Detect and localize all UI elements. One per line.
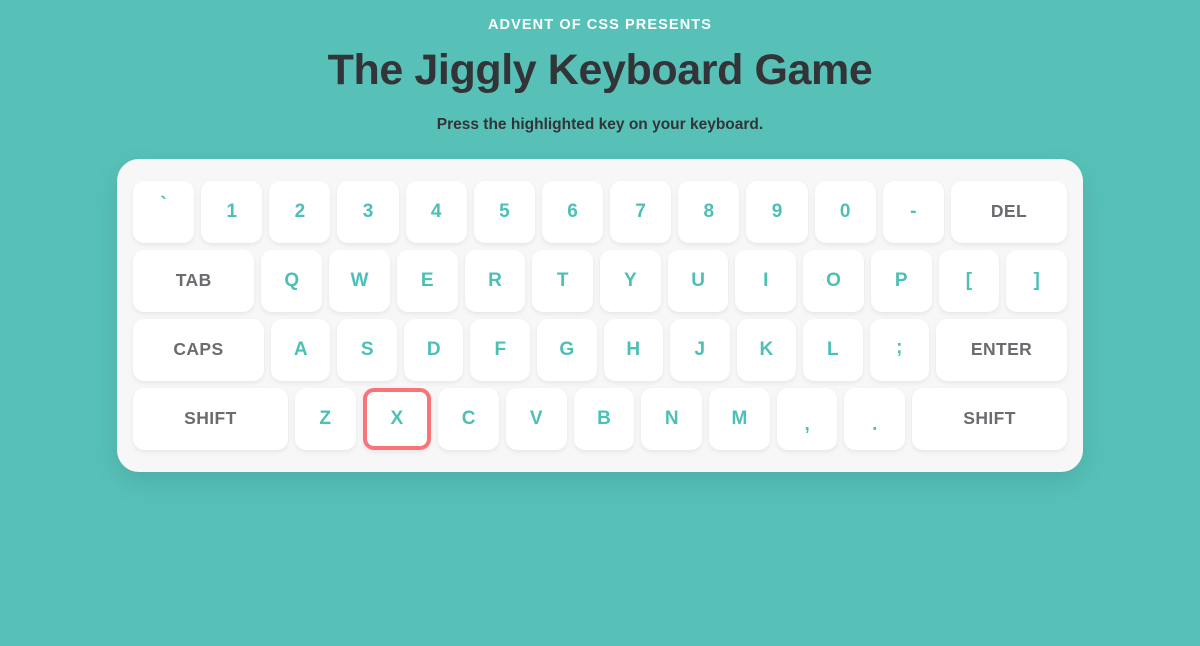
key-h[interactable]: H: [603, 318, 664, 381]
key-8[interactable]: 8: [678, 180, 740, 243]
key-i[interactable]: I: [735, 249, 797, 312]
key-p[interactable]: P: [870, 249, 932, 312]
key-semicolon[interactable]: ;: [869, 318, 930, 381]
key-2[interactable]: 2: [269, 180, 331, 243]
keyboard-row-number: ` 1 2 3 4 5 6 7 8 9 0- DEL: [133, 180, 1068, 243]
key-tab[interactable]: TAB: [133, 249, 255, 312]
key-period[interactable]: .: [844, 387, 906, 450]
key-5[interactable]: 5: [473, 180, 535, 243]
key-f[interactable]: F: [470, 318, 530, 381]
key-4[interactable]: 4: [405, 180, 467, 243]
key-w[interactable]: W: [329, 249, 390, 312]
key-c[interactable]: C: [438, 387, 499, 450]
keyboard-row-top: TAB Q W E R T Y U I O P[]: [133, 249, 1068, 312]
key-backtick[interactable]: `: [133, 180, 195, 243]
key-bracket-left[interactable]: [: [938, 249, 1000, 312]
key-minus[interactable]: -: [882, 180, 944, 243]
key-1[interactable]: 1: [201, 180, 263, 243]
key-o[interactable]: O: [803, 249, 864, 312]
key-r[interactable]: R: [464, 249, 526, 312]
key-b[interactable]: B: [573, 387, 635, 450]
keyboard-row-home: CAPS A S D F G H J K L; ENTER: [133, 318, 1068, 381]
instructions-text: Press the highlighted key on your keyboa…: [436, 115, 764, 133]
key-n[interactable]: N: [641, 387, 703, 450]
key-l[interactable]: L: [803, 318, 863, 381]
page-title: The Jiggly Keyboard Game: [327, 46, 873, 95]
key-caps[interactable]: CAPS: [133, 318, 264, 381]
key-z[interactable]: Z: [294, 387, 356, 450]
key-y[interactable]: Y: [600, 249, 661, 312]
key-shift-1[interactable]: SHIFT: [133, 387, 288, 450]
key-e[interactable]: E: [396, 249, 458, 312]
key-t[interactable]: T: [532, 249, 594, 312]
key-j[interactable]: J: [670, 318, 730, 381]
key-bracket-right[interactable]: ]: [1006, 249, 1068, 312]
key-3[interactable]: 3: [337, 180, 399, 243]
key-del[interactable]: DEL: [950, 180, 1068, 243]
key-shift-2[interactable]: SHIFT: [912, 387, 1067, 450]
key-v[interactable]: V: [505, 387, 567, 450]
key-u[interactable]: U: [667, 249, 729, 312]
virtual-keyboard: ` 1 2 3 4 5 6 7 8 9 0- DEL TAB Q W E R T Y U I O P[] CAPS A S D F G H…: [117, 158, 1083, 472]
key-comma[interactable]: ,: [776, 387, 838, 450]
key-s[interactable]: S: [337, 318, 397, 381]
key-enter[interactable]: ENTER: [936, 318, 1068, 381]
key-6[interactable]: 6: [541, 180, 604, 243]
key-g[interactable]: G: [537, 318, 597, 381]
key-k[interactable]: K: [736, 318, 797, 381]
eyebrow-text: ADVENT OF CSS PRESENTS: [487, 17, 712, 33]
key-q[interactable]: Q: [261, 249, 323, 312]
key-9[interactable]: 9: [746, 180, 808, 243]
key-7[interactable]: 7: [610, 180, 672, 243]
key-x[interactable]: X: [362, 387, 432, 450]
key-d[interactable]: D: [403, 318, 464, 381]
key-m[interactable]: M: [709, 387, 770, 450]
keyboard-row-bottom: SHIFT Z X C V B N M,. SHIFT: [133, 387, 1067, 450]
key-0[interactable]: 0: [814, 180, 876, 243]
key-a[interactable]: A: [270, 318, 331, 381]
